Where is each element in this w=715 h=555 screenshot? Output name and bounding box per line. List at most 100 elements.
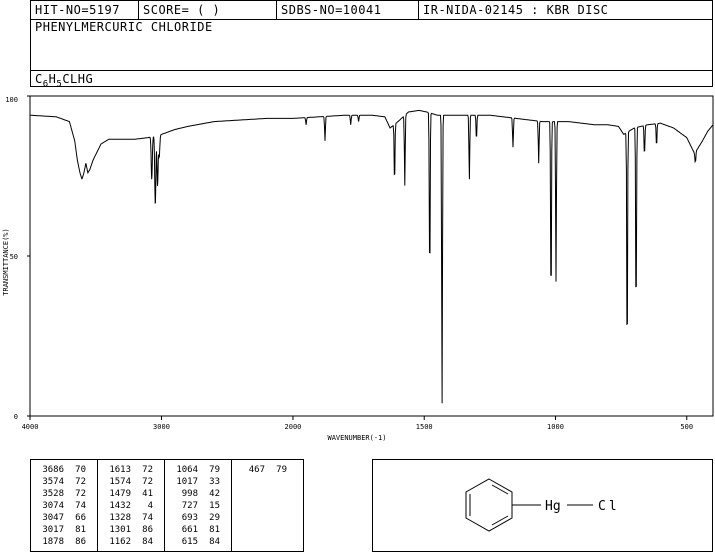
peak-transmittance: 79: [276, 465, 287, 475]
structure-panel: Hg Cl: [372, 459, 713, 552]
x-tick-label: 2000: [285, 423, 302, 431]
peak-transmittance: 29: [209, 513, 220, 523]
peak-wavenumber: 1301: [109, 525, 131, 535]
peak-wavenumber: 998: [181, 489, 198, 499]
peak-row: 615 84: [168, 536, 220, 548]
peak-transmittance: 81: [75, 525, 86, 535]
peak-transmittance: 66: [75, 513, 86, 523]
peak-row: 1301 86: [101, 524, 153, 536]
peak-wavenumber: 1878: [42, 537, 64, 547]
peak-row: 1432 4: [101, 500, 153, 512]
x-axis-ticks: 4000 3000 2000 1500 1000 500: [22, 416, 693, 431]
peak-row: 727 15: [168, 500, 220, 512]
peak-row: 1162 84: [101, 536, 153, 548]
molecular-formula: C6H5CLHG: [35, 72, 94, 90]
plot-border: [29, 95, 714, 417]
peak-wavenumber: 3574: [42, 477, 64, 487]
peak-column: 1613 72 1574 72 1479 41 1432 4 1328 74 1301 86 1162 8…: [98, 460, 165, 551]
benzene-ring: [465, 478, 513, 532]
y-tick-label: 100: [5, 96, 18, 104]
peak-wavenumber: 693: [181, 513, 198, 523]
peak-row: 3047 66: [34, 512, 86, 524]
peak-transmittance: 72: [142, 465, 153, 475]
peak-wavenumber: 1064: [176, 465, 198, 475]
y-axis-label: TRANSMITTANCE(%): [2, 228, 10, 295]
peak-row: 1574 72: [101, 476, 153, 488]
compound-name: PHENYLMERCURIC CHLORIDE: [35, 20, 213, 34]
peak-transmittance: 86: [75, 537, 86, 547]
peak-wavenumber: 467: [248, 465, 265, 475]
peak-wavenumber: 3074: [42, 501, 64, 511]
peak-transmittance: 84: [209, 537, 220, 547]
peak-wavenumber: 1479: [109, 489, 131, 499]
peak-row: 1064 79: [168, 464, 220, 476]
peak-row: 3686 70: [34, 464, 86, 476]
peak-transmittance: 33: [209, 477, 220, 487]
x-tick-label: 4000: [22, 423, 39, 431]
spectrum-header: HIT-NO=5197 SCORE= ( ) SDBS-NO=10041 IR-…: [30, 0, 713, 90]
y-tick-label: 0: [14, 413, 18, 421]
peak-row: 3074 74: [34, 500, 86, 512]
peak-column: 3686 70 3574 72 3528 72 3074 74 3047 66 3017 81 1878…: [31, 460, 98, 551]
peak-wavenumber: 1017: [176, 477, 198, 487]
peak-transmittance: 15: [209, 501, 220, 511]
peak-row: 1017 33: [168, 476, 220, 488]
peak-transmittance: 74: [75, 501, 86, 511]
x-tick-label: 3000: [153, 423, 170, 431]
peak-row: 3574 72: [34, 476, 86, 488]
peak-wavenumber: 727: [181, 501, 198, 511]
ir-spectrum-chart: 0 50 100 4000 3000 2000 1500 1000 500 WAVENUMBE…: [2, 95, 714, 442]
peak-wavenumber: 1162: [109, 537, 131, 547]
peak-row: 661 81: [168, 524, 220, 536]
sdbs-number: SDBS-NO=10041: [277, 1, 419, 19]
peak-transmittance: 4: [147, 501, 153, 511]
x-tick-label: 1500: [416, 423, 433, 431]
peak-row: 467 79: [235, 464, 287, 476]
molecular-structure: Hg Cl: [465, 478, 620, 532]
peak-transmittance: 79: [209, 465, 220, 475]
peak-column: 1064 79 1017 33 998 42 727 15 693 29 661 81 615 84: [165, 460, 232, 551]
peak-wavenumber: 3528: [42, 489, 64, 499]
peak-wavenumber: 3017: [42, 525, 64, 535]
hit-number: HIT-NO=5197: [31, 1, 139, 19]
peak-wavenumber: 3686: [42, 465, 64, 475]
peak-wavenumber: 1432: [109, 501, 131, 511]
peak-transmittance: 74: [142, 513, 153, 523]
peak-row: 1613 72: [101, 464, 153, 476]
mercury-atom: Hg: [545, 499, 561, 514]
peak-wavenumber: 661: [181, 525, 198, 535]
peak-row: 3017 81: [34, 524, 86, 536]
peak-wavenumber: 1613: [109, 465, 131, 475]
x-axis-label: WAVENUMBER(-1): [327, 434, 386, 442]
score-field: SCORE= ( ): [139, 1, 277, 19]
peak-row: 1878 86: [34, 536, 86, 548]
header-top-row: HIT-NO=5197 SCORE= ( ) SDBS-NO=10041 IR-…: [31, 1, 712, 20]
peak-table: 3686 70 3574 72 3528 72 3074 74 3047 66 3017 81 1878…: [30, 459, 304, 552]
peak-wavenumber: 1328: [109, 513, 131, 523]
peak-transmittance: 72: [75, 489, 86, 499]
peak-transmittance: 42: [209, 489, 220, 499]
y-tick-label: 50: [10, 253, 18, 261]
peak-transmittance: 72: [142, 477, 153, 487]
peak-wavenumber: 615: [181, 537, 198, 547]
peak-row: 998 42: [168, 488, 220, 500]
peak-transmittance: 84: [142, 537, 153, 547]
peak-transmittance: 81: [209, 525, 220, 535]
chlorine-atom: Cl: [598, 499, 620, 514]
x-tick-label: 1000: [547, 423, 564, 431]
spectrum-trace: [30, 109, 714, 404]
peak-wavenumber: 3047: [42, 513, 64, 523]
plot-frame: [29, 95, 714, 417]
formula-row: C6H5CLHG: [31, 70, 712, 90]
peak-row: 1479 41: [101, 488, 153, 500]
peak-column: 467 79: [232, 460, 303, 551]
peak-row: 693 29: [168, 512, 220, 524]
peak-transmittance: 72: [75, 477, 86, 487]
ir-identifier: IR-NIDA-02145 : KBR DISC: [423, 3, 609, 17]
peak-transmittance: 41: [142, 489, 153, 499]
peak-row: 3528 72: [34, 488, 86, 500]
peak-transmittance: 70: [75, 465, 86, 475]
x-tick-label: 500: [680, 423, 693, 431]
peak-row: 1328 74: [101, 512, 153, 524]
peak-transmittance: 86: [142, 525, 153, 535]
